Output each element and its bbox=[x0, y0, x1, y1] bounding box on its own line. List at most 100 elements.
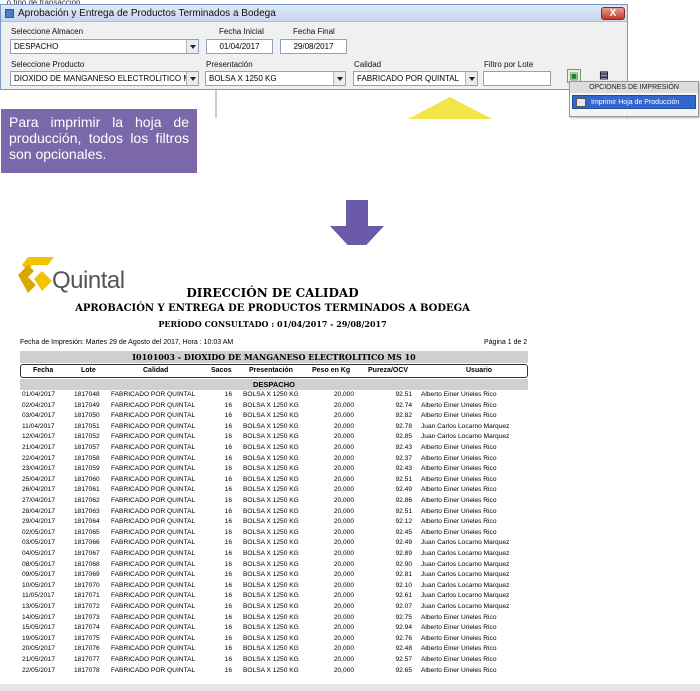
divider bbox=[215, 90, 217, 118]
table-cell: BOLSA X 1250 KG bbox=[243, 571, 299, 579]
table-row: 02/04/2017 1817049 FABRICADO POR QUINTAL 16… bbox=[20, 402, 528, 413]
table-cell: Alberto Einer Urieles Rico bbox=[421, 528, 497, 536]
table-cell: BOLSA X 1250 KG bbox=[243, 497, 299, 504]
print-production-sheet-item[interactable]: Imprimir Hoja de Producción bbox=[572, 95, 696, 109]
producto-label: Seleccione Producto bbox=[11, 60, 85, 69]
table-cell: BOLSA X 1250 KG bbox=[243, 507, 299, 515]
table-cell: 03/04/2017 bbox=[22, 412, 56, 420]
table-cell: FABRICADO POR QUINTAL bbox=[111, 422, 196, 430]
table-cell: 16 bbox=[224, 401, 232, 409]
producto-select[interactable]: DIOXIDO DE MANGANESO ELECTROLITICO MS 10 bbox=[10, 71, 199, 86]
table-cell: 1817076 bbox=[74, 645, 100, 653]
fecha-inicial-input[interactable]: 01/04/2017 bbox=[206, 39, 273, 54]
table-cell: 16 bbox=[224, 486, 232, 494]
lote-label: Filtro por Lote bbox=[484, 60, 534, 69]
table-cell: 16 bbox=[224, 539, 232, 547]
close-button[interactable]: X bbox=[601, 7, 625, 20]
table-cell: 92.57 bbox=[395, 656, 412, 663]
table-row: 22/04/2017 1817058 FABRICADO POR QUINTAL 16… bbox=[20, 455, 528, 466]
table-cell: 16 bbox=[224, 666, 232, 674]
table-cell: FABRICADO POR QUINTAL bbox=[111, 613, 196, 621]
lote-input[interactable] bbox=[483, 71, 551, 86]
table-cell: 29/04/2017 bbox=[22, 518, 56, 526]
table-cell: 16 bbox=[224, 518, 232, 526]
table-cell: 92.90 bbox=[395, 560, 412, 568]
table-cell: FABRICADO POR QUINTAL bbox=[111, 592, 196, 600]
table-cell: 23/04/2017 bbox=[22, 465, 56, 473]
table-cell: FABRICADO POR QUINTAL bbox=[111, 518, 196, 526]
warehouse-header: DESPACHO bbox=[20, 379, 528, 390]
table-cell: BOLSA X 1250 KG bbox=[243, 539, 299, 547]
table-cell: 20,000 bbox=[333, 391, 354, 398]
table-row: 20/05/2017 1817076 FABRICADO POR QUINTAL 16… bbox=[20, 645, 528, 656]
table-cell: 16 bbox=[224, 465, 232, 473]
table-cell: BOLSA X 1250 KG bbox=[243, 560, 299, 568]
chevron-down-icon[interactable] bbox=[333, 72, 345, 85]
table-cell: FABRICADO POR QUINTAL bbox=[111, 465, 196, 473]
table-cell: 20,000 bbox=[333, 454, 354, 462]
table-cell: 11/05/2017 bbox=[22, 592, 55, 600]
table-row: 11/04/2017 1817051 FABRICADO POR QUINTAL 16… bbox=[20, 423, 528, 434]
table-cell: Alberto Einer Urieles Rico bbox=[421, 444, 497, 451]
table-cell: 13/05/2017 bbox=[22, 603, 56, 610]
calidad-select[interactable]: FABRICADO POR QUINTAL bbox=[353, 71, 478, 86]
table-cell: 16 bbox=[224, 444, 232, 451]
table-cell: 16 bbox=[224, 391, 232, 398]
almacen-label: Seleccione Almacen bbox=[11, 27, 84, 36]
table-cell: BOLSA X 1250 KG bbox=[243, 412, 299, 420]
table-cell: 20,000 bbox=[333, 433, 354, 441]
table-cell: 16 bbox=[224, 433, 232, 441]
table-cell: 92.86 bbox=[395, 497, 412, 504]
table-cell: FABRICADO POR QUINTAL bbox=[111, 401, 196, 409]
table-cell: 22/04/2017 bbox=[22, 454, 56, 462]
table-cell: 92.49 bbox=[395, 539, 412, 547]
fecha-final-input[interactable]: 29/08/2017 bbox=[280, 39, 347, 54]
table-cell: BOLSA X 1250 KG bbox=[243, 634, 299, 642]
table-cell: BOLSA X 1250 KG bbox=[243, 401, 299, 409]
table-cell: 1817048 bbox=[74, 391, 100, 398]
table-cell: 92.12 bbox=[395, 518, 412, 526]
table-cell: 16 bbox=[224, 581, 232, 589]
table-cell: FABRICADO POR QUINTAL bbox=[111, 528, 196, 536]
menu-item-label: Imprimir Hoja de Producción bbox=[591, 99, 680, 106]
table-cell: 14/05/2017 bbox=[22, 613, 56, 621]
table-cell: FABRICADO POR QUINTAL bbox=[111, 454, 196, 462]
almacen-select[interactable]: DESPACHO bbox=[10, 39, 199, 54]
table-cell: BOLSA X 1250 KG bbox=[243, 550, 299, 557]
table-cell: BOLSA X 1250 KG bbox=[243, 465, 299, 473]
table-row: 25/04/2017 1817060 FABRICADO POR QUINTAL 16… bbox=[20, 476, 528, 487]
table-cell: 20,000 bbox=[333, 634, 354, 642]
table-cell: 02/04/2017 bbox=[22, 401, 56, 409]
menu-header: OPCIONES DE IMPRESIÓN bbox=[570, 82, 698, 93]
presentacion-value: BOLSA X 1250 KG bbox=[209, 74, 277, 83]
table-cell: 16 bbox=[224, 656, 232, 663]
table-cell: FABRICADO POR QUINTAL bbox=[111, 550, 196, 557]
table-cell: 16 bbox=[224, 571, 232, 579]
table-cell: 12/04/2017 bbox=[22, 433, 56, 441]
table-cell: 92.76 bbox=[395, 634, 412, 642]
chevron-down-icon[interactable] bbox=[465, 72, 477, 85]
table-cell: FABRICADO POR QUINTAL bbox=[111, 539, 196, 547]
table-cell: BOLSA X 1250 KG bbox=[243, 624, 299, 632]
table-cell: FABRICADO POR QUINTAL bbox=[111, 507, 196, 515]
table-cell: 20,000 bbox=[333, 497, 354, 504]
table-cell: FABRICADO POR QUINTAL bbox=[111, 581, 196, 589]
table-cell: 1817070 bbox=[74, 581, 100, 589]
table-cell: 92.85 bbox=[395, 433, 412, 441]
table-cell: 1817060 bbox=[74, 475, 100, 483]
table-cell: 16 bbox=[224, 624, 232, 632]
chevron-down-icon[interactable] bbox=[186, 72, 198, 85]
presentacion-select[interactable]: BOLSA X 1250 KG bbox=[205, 71, 346, 86]
table-cell: 10/05/2017 bbox=[22, 581, 56, 589]
calidad-label: Calidad bbox=[354, 60, 382, 69]
chevron-down-icon[interactable] bbox=[186, 40, 198, 53]
table-cell: Alberto Einer Urieles Rico bbox=[421, 401, 497, 409]
table-cell: 20,000 bbox=[333, 645, 354, 653]
table-cell: 92.51 bbox=[395, 391, 412, 398]
table-cell: 20,000 bbox=[333, 603, 354, 610]
calidad-value: FABRICADO POR QUINTAL bbox=[357, 74, 460, 83]
table-cell: 92.82 bbox=[395, 412, 412, 420]
table-cell: FABRICADO POR QUINTAL bbox=[111, 475, 196, 483]
table-cell: 1817052 bbox=[74, 433, 100, 441]
table-cell: BOLSA X 1250 KG bbox=[243, 528, 299, 536]
